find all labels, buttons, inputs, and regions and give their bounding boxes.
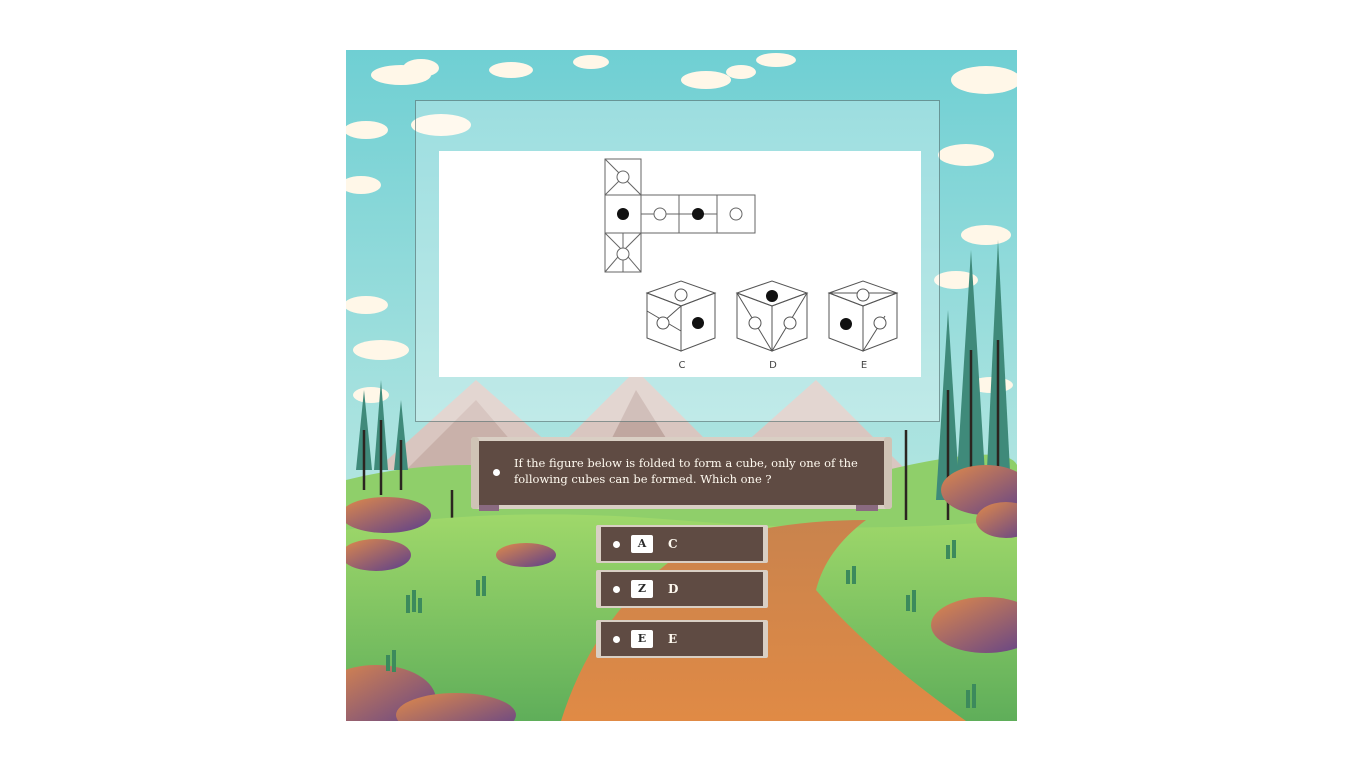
option-z-text: D	[668, 582, 679, 596]
option-e-board	[596, 620, 768, 658]
cube-label-c: C	[679, 360, 686, 371]
option-z-key: Z	[631, 580, 653, 598]
option-z-bullet	[613, 586, 620, 593]
option-a-bullet	[613, 541, 620, 548]
game-scene: C D E If the figure below is folded to f…	[346, 50, 1017, 721]
cube-label-e: E	[861, 360, 867, 371]
option-e[interactable]: E E	[596, 620, 768, 658]
cube-label-d: D	[769, 360, 777, 371]
cube-puzzle-figure: C D E	[439, 151, 921, 377]
option-e-bullet	[613, 636, 620, 643]
option-z[interactable]: Z D	[596, 570, 768, 608]
option-a-key: A	[631, 535, 653, 553]
question-text: If the figure below is folded to form a …	[514, 456, 858, 486]
option-a-text: C	[668, 537, 678, 551]
option-a[interactable]: A C	[596, 525, 768, 563]
option-a-board	[596, 525, 768, 563]
option-e-key: E	[631, 630, 653, 648]
question-bullet	[493, 469, 500, 476]
option-z-board	[596, 570, 768, 608]
option-e-text: E	[668, 632, 678, 646]
question-board: If the figure below is folded to form a …	[471, 435, 892, 511]
cube-net-diagram: C D E	[604, 158, 899, 371]
